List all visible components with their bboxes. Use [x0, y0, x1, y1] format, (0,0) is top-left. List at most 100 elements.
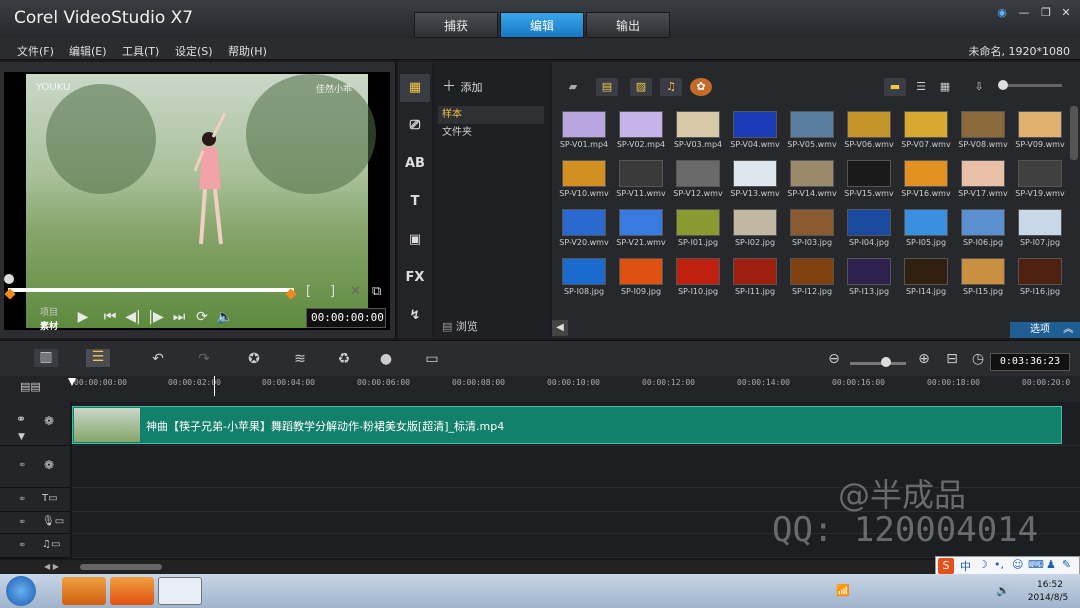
link-toggle-icon[interactable]: ⚭	[18, 460, 26, 471]
scroll-left-icon[interactable]: ◀	[552, 320, 568, 336]
timeline-ruler[interactable]: ▤▤ 00:00:00:00 00:00:02:00 00:00:04:00 0…	[0, 376, 1080, 402]
wifi-icon[interactable]: 📶	[836, 584, 850, 597]
menu-file[interactable]: 文件(F)	[17, 43, 54, 59]
scrubber-track[interactable]	[8, 288, 294, 292]
view-list-icon[interactable]: ☰	[910, 78, 932, 96]
library-thumbnail[interactable]: SP-I03.jpg	[784, 204, 841, 253]
library-thumbnail[interactable]: SP-V14.wmv	[784, 155, 841, 204]
timeline-h-scrollbar[interactable]: ◀ ▶	[0, 560, 1080, 574]
library-thumbnail[interactable]: SP-I12.jpg	[784, 253, 841, 302]
volume-tray-icon[interactable]: 🔊	[996, 584, 1010, 597]
library-thumbnail[interactable]: SP-V10.wmv	[556, 155, 613, 204]
project-duration[interactable]: 0:03:36:23	[990, 353, 1070, 371]
mark-in-icon[interactable]: [	[306, 284, 311, 299]
storyboard-view-icon[interactable]: ▥	[34, 349, 58, 367]
library-thumbnail[interactable]: SP-V19.wmv	[1012, 155, 1069, 204]
menu-tools[interactable]: 工具(T)	[122, 43, 159, 59]
library-thumbnail[interactable]: SP-V20.wmv	[556, 204, 613, 253]
path-icon[interactable]: ↯	[400, 302, 430, 330]
repeat-icon[interactable]: ⟳	[193, 308, 211, 326]
flickr-icon[interactable]: ✿	[690, 78, 712, 96]
library-thumbnail[interactable]: SP-I15.jpg	[955, 253, 1012, 302]
view-grid-icon[interactable]: ▦	[934, 78, 956, 96]
enlarge-icon[interactable]: ⧉	[372, 284, 381, 299]
graphic-icon[interactable]: ▣	[400, 226, 430, 254]
overlay-track-icon[interactable]: ❁	[44, 458, 54, 472]
transition-icon[interactable]: AB	[400, 150, 430, 178]
timeline-playhead[interactable]	[214, 376, 215, 396]
restore-icon[interactable]: ❐	[1038, 6, 1054, 20]
library-thumbnail[interactable]: SP-I13.jpg	[841, 253, 898, 302]
view-thumbnail-icon[interactable]: ▬	[884, 78, 906, 96]
library-thumbnail[interactable]: SP-V15.wmv	[841, 155, 898, 204]
end-icon[interactable]: ⏭	[170, 308, 188, 326]
add-folder-button[interactable]: ＋ 添加	[442, 76, 482, 96]
library-thumbnail[interactable]: SP-V02.mp4	[613, 106, 670, 155]
keyboard-icon[interactable]: ⌨	[1028, 558, 1044, 571]
user-icon[interactable]: ♟	[1046, 558, 1056, 571]
options-button[interactable]: 选项 ︽	[1010, 322, 1080, 338]
sound-mixer-icon[interactable]: ≋	[288, 351, 312, 369]
library-thumbnail[interactable]: SP-I14.jpg	[898, 253, 955, 302]
link-toggle-icon[interactable]: ⚭	[18, 517, 26, 528]
library-thumbnail[interactable]: SP-V21.wmv	[613, 204, 670, 253]
voice-track-icon[interactable]: 🎙▭	[42, 516, 64, 527]
library-thumbnail[interactable]: SP-V13.wmv	[727, 155, 784, 204]
expand-arrow-icon[interactable]: ▼	[18, 432, 25, 442]
library-thumbnail[interactable]: SP-I16.jpg	[1012, 253, 1069, 302]
taskbar-app-1[interactable]	[62, 577, 106, 605]
auto-music-icon[interactable]: ♻	[332, 351, 356, 369]
sogou-icon[interactable]: S	[938, 558, 954, 574]
library-thumbnail[interactable]: SP-V16.wmv	[898, 155, 955, 204]
next-frame-icon[interactable]: |▶	[147, 308, 165, 326]
zoom-slider[interactable]	[850, 362, 906, 365]
menu-settings[interactable]: 设定(S)	[175, 43, 213, 59]
title-track-icon[interactable]: T▭	[42, 493, 58, 504]
track-manager-icon[interactable]: ▤▤	[20, 380, 41, 393]
mark-out-icon[interactable]: ]	[330, 284, 335, 299]
library-thumbnail[interactable]: SP-I09.jpg	[613, 253, 670, 302]
link-toggle-icon[interactable]: ⚭	[18, 540, 26, 551]
library-thumbnail[interactable]: SP-V07.wmv	[898, 106, 955, 155]
timeline-view-icon[interactable]: ☰	[86, 349, 110, 367]
link-toggle-icon[interactable]: ⚭	[16, 412, 26, 426]
home-icon[interactable]: ⏮	[101, 308, 119, 326]
fit-project-icon[interactable]: ⊟	[940, 351, 964, 369]
preview-timecode[interactable]: 00:00:00:00	[306, 308, 386, 328]
library-thumbnail[interactable]: SP-V06.wmv	[841, 106, 898, 155]
undo-icon[interactable]: ↶	[146, 351, 170, 369]
moon-icon[interactable]: ☽	[978, 558, 988, 571]
prev-frame-icon[interactable]: ◀|	[124, 308, 142, 326]
start-button[interactable]	[6, 576, 36, 606]
library-thumbnail[interactable]: SP-V04.wmv	[727, 106, 784, 155]
volume-icon[interactable]: 🔈	[216, 308, 234, 326]
minimize-icon[interactable]: —	[1016, 6, 1032, 20]
project-mode-label[interactable]: 项目	[40, 305, 58, 318]
subtitle-editor-icon[interactable]: ▭	[420, 351, 444, 369]
clip-mode-label[interactable]: 素材	[40, 319, 58, 332]
browse-button[interactable]: ▤ 浏览	[442, 318, 478, 334]
smile-icon[interactable]: ☺	[1012, 558, 1023, 571]
tab-capture[interactable]: 捕获	[414, 12, 498, 38]
zoom-in-icon[interactable]: ⊕	[912, 351, 936, 369]
video-track-icon[interactable]: ❁	[44, 414, 54, 428]
ime-mode[interactable]: 中	[960, 558, 971, 574]
cut-icon[interactable]: ✕	[350, 284, 361, 299]
library-thumbnail[interactable]: SP-I07.jpg	[1012, 204, 1069, 253]
scroll-left-icon[interactable]: ◀ ▶	[44, 562, 59, 571]
menu-edit[interactable]: 编辑(E)	[69, 43, 107, 59]
zoom-out-icon[interactable]: ⊖	[822, 351, 846, 369]
tab-share[interactable]: 输出	[586, 12, 670, 38]
show-audio-icon[interactable]: ♫	[660, 78, 682, 96]
library-thumbnail[interactable]: SP-I04.jpg	[841, 204, 898, 253]
library-thumbnail[interactable]: SP-V17.wmv	[955, 155, 1012, 204]
library-thumbnail[interactable]: SP-I06.jpg	[955, 204, 1012, 253]
library-thumbnail[interactable]: SP-V11.wmv	[613, 155, 670, 204]
title-icon[interactable]: T	[400, 188, 430, 216]
instant-project-icon[interactable]: ⎚	[400, 112, 430, 140]
wrench-icon[interactable]: ✎	[1062, 558, 1071, 571]
library-thumbnail[interactable]: SP-V01.mp4	[556, 106, 613, 155]
thumb-size-slider[interactable]	[1002, 84, 1062, 87]
library-thumbnail[interactable]: SP-I02.jpg	[727, 204, 784, 253]
show-video-icon[interactable]: ▤	[596, 78, 618, 96]
